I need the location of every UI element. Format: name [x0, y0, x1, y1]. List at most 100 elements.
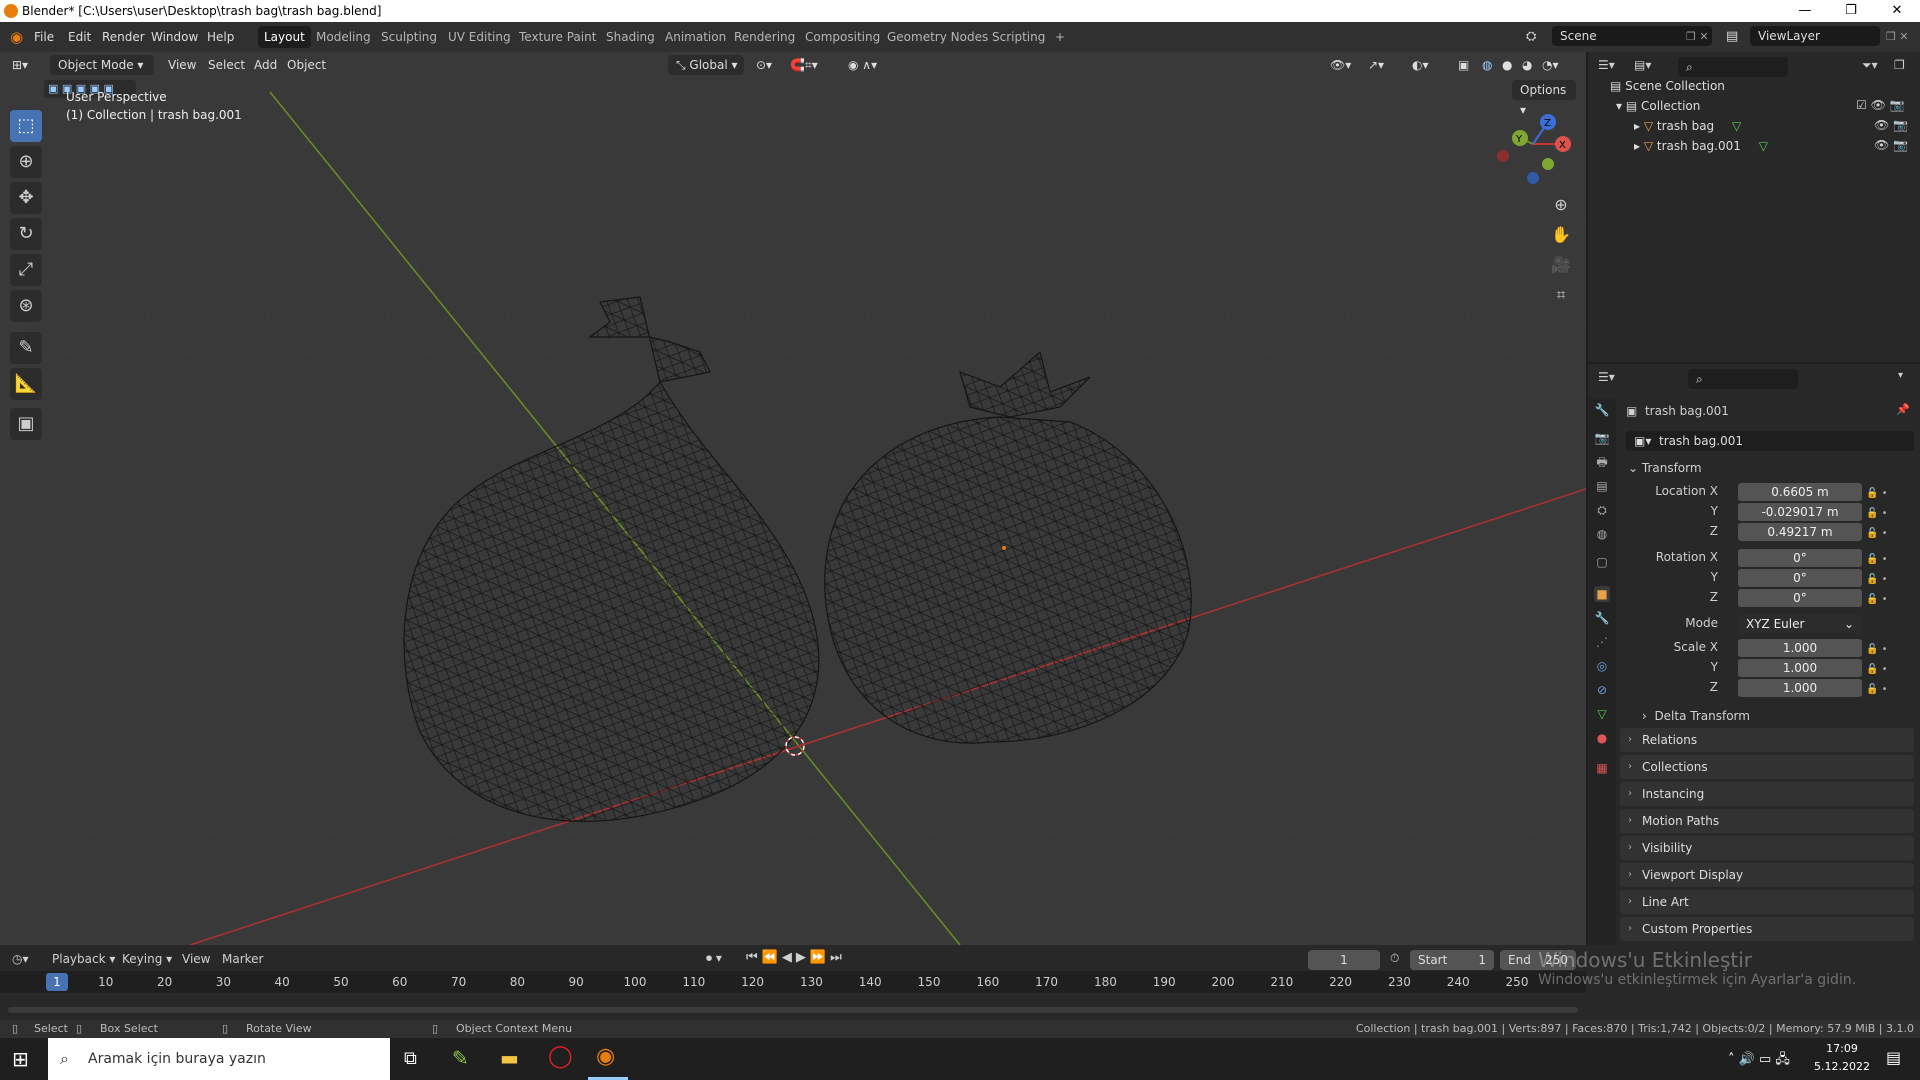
notification-icon[interactable]: ▤ [1886, 1048, 1901, 1067]
menu-window[interactable]: Window [151, 22, 198, 52]
panel-line-art[interactable]: › Line Art [1620, 890, 1914, 914]
preview-range-icon[interactable]: ⏱ [1390, 951, 1399, 966]
editor-type-icon[interactable]: ⊞▾ [12, 55, 28, 75]
rendered-shading-icon[interactable]: ◔▾ [1542, 55, 1559, 75]
viewport-menu-object[interactable]: Object [287, 55, 326, 75]
close-button[interactable]: ✕ [1874, 0, 1920, 22]
3d-viewport[interactable]: X Z Y ⊞▾ Object Mode ▾ View Select Add O… [0, 52, 1586, 945]
constraints-tab-icon[interactable]: ⊘ [1594, 682, 1610, 698]
menu-help[interactable]: Help [207, 22, 234, 52]
add-workspace-button[interactable]: + [1049, 26, 1071, 48]
trash-bag-visibility-icon[interactable]: 👁 📷 [1874, 118, 1908, 132]
move-tool-icon[interactable]: ✥ [10, 182, 42, 214]
tab-uv-editing[interactable]: UV Editing [442, 26, 517, 48]
world-tab-icon[interactable]: ◍ [1594, 526, 1610, 542]
blender-taskbar-icon[interactable]: ◉ [596, 1044, 615, 1069]
timeline-editor-icon[interactable]: ◷▾ [12, 952, 29, 966]
options-dropdown[interactable]: Options ▾ [1512, 80, 1576, 117]
timeline-scrollbar[interactable] [8, 1007, 1578, 1013]
timeline-menu-playback[interactable]: Playback ▾ [52, 952, 115, 966]
material-tab-icon[interactable]: ● [1594, 730, 1610, 746]
view-layer-tab-icon[interactable]: ▤ [1594, 478, 1610, 494]
properties-options-icon[interactable]: ▾ [1898, 370, 1903, 381]
timeline-menu-marker[interactable]: Marker [222, 952, 263, 966]
timeline-menu-keying[interactable]: Keying ▾ [122, 952, 172, 966]
perspective-toggle-icon[interactable]: ⌗ [1548, 282, 1574, 308]
tray-icons[interactable]: ˄ 🔊 ▭ 🖧 [1728, 1050, 1790, 1072]
select-box-tool-icon[interactable]: ⬚ [10, 110, 42, 142]
pin-icon[interactable]: 📌 [1896, 403, 1910, 416]
properties-editor-icon[interactable]: ☰▾ [1598, 370, 1615, 384]
mode-dropdown[interactable]: Object Mode ▾ [50, 55, 154, 75]
measure-tool-icon[interactable]: 📐 [10, 368, 42, 400]
snap-icon[interactable]: 🧲⌗▾ [790, 55, 818, 75]
display-mode-icon[interactable]: ▤▾ [1634, 58, 1651, 72]
transform-lock-icons[interactable]: 🔓 • 🔓 • 🔓 • [1866, 484, 1888, 544]
task-view-icon[interactable]: ⧉ [404, 1048, 417, 1069]
trash-bag-001-visibility-icon[interactable]: 👁 📷 [1874, 138, 1908, 152]
render-tab-icon[interactable]: 📷 [1594, 430, 1610, 446]
tab-scripting[interactable]: Scripting [986, 26, 1051, 48]
clock-date[interactable]: 5.12.2022 [1808, 1060, 1876, 1073]
panel-custom-properties[interactable]: › Custom Properties [1620, 917, 1914, 941]
scale-z-field[interactable]: 1.000 [1738, 679, 1862, 697]
location-z-field[interactable]: 0.49217 m [1738, 523, 1862, 541]
tab-animation[interactable]: Animation [659, 26, 732, 48]
pan-hand-icon[interactable]: ✋ [1548, 222, 1574, 248]
modifier-tab-icon[interactable]: 🔧 [1594, 610, 1610, 626]
panel-collections[interactable]: › Collections [1620, 755, 1914, 779]
maximize-button[interactable]: ❐ [1828, 0, 1874, 22]
collection-item[interactable]: ▾ ▤ Collection [1616, 96, 1700, 116]
scale-y-field[interactable]: 1.000 [1738, 659, 1862, 677]
transform-panel-header[interactable]: ⌄ Transform [1628, 458, 1702, 478]
rotation-y-field[interactable]: 0° [1738, 569, 1862, 587]
scene-tab-icon[interactable]: ⛭ [1594, 502, 1610, 518]
current-frame-field[interactable]: 1 [1308, 950, 1380, 970]
scale-x-field[interactable]: 1.000 [1738, 639, 1862, 657]
annotate-tool-icon[interactable]: ✎ [10, 332, 42, 364]
rotation-x-field[interactable]: 0° [1738, 549, 1862, 567]
wireframe-shading-icon[interactable]: ◍ [1482, 55, 1492, 75]
tab-compositing[interactable]: Compositing [799, 26, 886, 48]
outliner-search-input[interactable]: ⌕ [1678, 57, 1788, 77]
tool-tab-icon[interactable]: 🔧 [1594, 402, 1610, 418]
file-explorer-icon[interactable]: ▬ [500, 1046, 519, 1070]
solid-shading-icon[interactable]: ● [1502, 55, 1512, 75]
location-x-field[interactable]: 0.6605 m [1738, 483, 1862, 501]
panel-motion-paths[interactable]: › Motion Paths [1620, 809, 1914, 833]
pivot-icon[interactable]: ⊙▾ [756, 55, 772, 75]
rotation-z-field[interactable]: 0° [1738, 589, 1862, 607]
viewport-menu-select[interactable]: Select [208, 55, 245, 75]
viewlayer-selector[interactable]: ViewLayer [1750, 26, 1880, 46]
panel-viewport-display[interactable]: › Viewport Display [1620, 863, 1914, 887]
menu-file[interactable]: File [34, 22, 54, 52]
tab-shading[interactable]: Shading [600, 26, 661, 48]
outliner-editor-icon[interactable]: ☰▾ [1598, 58, 1615, 72]
zoom-icon[interactable]: ⊕ [1548, 192, 1574, 218]
delta-transform-subpanel[interactable]: › Delta Transform [1642, 706, 1750, 726]
output-tab-icon[interactable]: 🖶 [1594, 454, 1610, 470]
panel-visibility[interactable]: › Visibility [1620, 836, 1914, 860]
transform-tool-icon[interactable]: ⊛ [10, 290, 42, 322]
tab-modeling[interactable]: Modeling [310, 26, 377, 48]
rotation-mode-dropdown[interactable]: XYZ Euler ⌄ [1738, 615, 1862, 633]
add-cube-tool-icon[interactable]: ▣ [10, 408, 42, 440]
particles-tab-icon[interactable]: ⋰ [1594, 634, 1610, 650]
collection-tab-icon[interactable]: ▢ [1594, 554, 1610, 570]
outliner-item-trash-bag[interactable]: ▸ ▽ trash bag ▽ [1634, 116, 1741, 136]
new-collection-icon[interactable]: ❐ [1894, 58, 1905, 72]
opera-browser-icon[interactable]: ◯ [548, 1044, 573, 1069]
material-shading-icon[interactable]: ◕ [1522, 55, 1532, 75]
playback-controls-icons[interactable]: ⏮⏪◀▶⏩⏭ [746, 950, 846, 965]
object-name-field[interactable]: ▣▾ trash bag.001 [1626, 431, 1914, 451]
rotation-lock-icons[interactable]: 🔓 • 🔓 • 🔓 • [1866, 550, 1888, 610]
minimize-button[interactable]: — [1782, 0, 1828, 22]
scale-lock-icons[interactable]: 🔓 • 🔓 • 🔓 • [1866, 640, 1888, 700]
new-viewlayer-icon[interactable]: ❐ ✕ [1886, 22, 1909, 52]
data-tab-icon[interactable]: ▽ [1594, 706, 1610, 722]
proportional-edit-icon[interactable]: ◉ ∧▾ [848, 55, 877, 75]
tab-sculpting[interactable]: Sculpting [375, 26, 443, 48]
tab-texture-paint[interactable]: Texture Paint [513, 26, 602, 48]
overlay-toggle-icon[interactable]: ◐▾ [1412, 55, 1429, 75]
panel-relations[interactable]: › Relations [1620, 728, 1914, 752]
